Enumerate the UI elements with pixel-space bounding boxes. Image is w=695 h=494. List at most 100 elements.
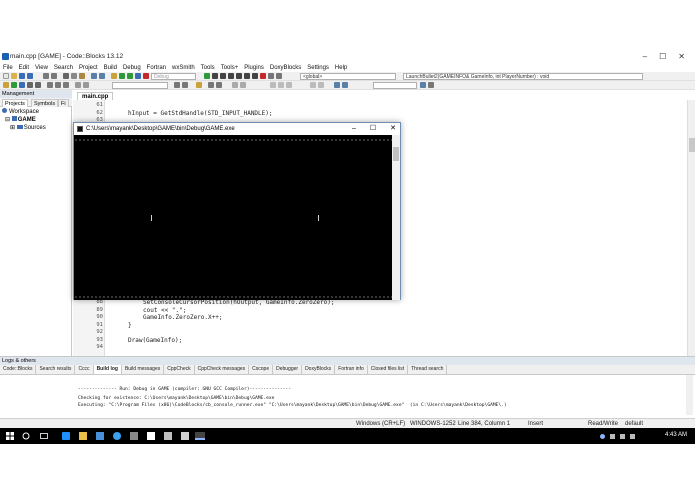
tree-project-game[interactable]: ⊟ GAME [5, 116, 36, 124]
tray-battery-icon[interactable] [620, 434, 625, 439]
app-icon-2[interactable] [147, 432, 155, 440]
code-line[interactable]: } [128, 322, 132, 329]
menu-tools-plus[interactable]: Tools+ [221, 64, 239, 72]
log-tab-thread-search[interactable]: Thread search [408, 365, 448, 374]
log-tab-build-log[interactable]: Build log [93, 365, 122, 374]
log-tab-doxyblocks[interactable]: DoxyBlocks [302, 365, 336, 374]
step-out-icon[interactable] [236, 73, 242, 79]
menu-project[interactable]: Project [79, 64, 98, 72]
save-all-icon[interactable] [27, 73, 33, 79]
debug-info-icon[interactable] [276, 73, 282, 79]
console-window[interactable]: C:\Users\mayank\Desktop\GAME\bin\Debug\G… [73, 122, 401, 300]
maximize-button[interactable]: ☐ [659, 52, 666, 61]
code-line[interactable]: GameInfo.ZeroZero.X++; [143, 314, 222, 321]
store-icon[interactable] [96, 432, 104, 440]
paste-icon[interactable] [79, 73, 85, 79]
console-scroll-thumb[interactable] [393, 147, 399, 161]
expand-icon[interactable]: ⊟ [5, 117, 10, 123]
bookmark-icon[interactable] [3, 82, 9, 88]
open-file-icon[interactable] [11, 73, 17, 79]
minimize-button[interactable]: – [643, 52, 647, 61]
thread-search-options-icon[interactable] [428, 82, 434, 88]
menu-debug[interactable]: Debug [123, 64, 141, 72]
console-close-button[interactable]: ✕ [390, 123, 396, 135]
menu-fortran[interactable]: Fortran [147, 64, 166, 72]
code-line[interactable]: Draw(GameInfo); [128, 337, 182, 344]
redo-icon[interactable] [51, 73, 57, 79]
build-and-run-icon[interactable] [127, 73, 133, 79]
copy-icon[interactable] [71, 73, 77, 79]
menu-edit[interactable]: Edit [19, 64, 29, 72]
new-file-icon[interactable] [3, 73, 9, 79]
thread-search-icon[interactable] [334, 82, 340, 88]
abort-icon[interactable] [143, 73, 149, 79]
chrome-icon[interactable] [113, 432, 121, 440]
menu-settings[interactable]: Settings [307, 64, 329, 72]
code-line[interactable]: SetConsoleCursorPosition(hOutput, GameIn… [143, 299, 334, 306]
run-to-cursor-icon[interactable] [212, 73, 218, 79]
debug-start-icon[interactable] [204, 73, 210, 79]
format-icon[interactable] [232, 82, 238, 88]
highlight-icon[interactable] [83, 82, 89, 88]
undo-icon[interactable] [43, 73, 49, 79]
task-view-icon[interactable] [40, 432, 48, 440]
replace-icon[interactable] [99, 73, 105, 79]
search-icon[interactable] [22, 432, 30, 440]
build-icon[interactable] [111, 73, 117, 79]
log-tab-cppcheck-messages[interactable]: CppCheck messages [195, 365, 250, 374]
menu-view[interactable]: View [35, 64, 48, 72]
run-icon[interactable] [119, 73, 125, 79]
file-explorer-icon[interactable] [79, 432, 87, 440]
search-next-icon[interactable] [182, 82, 188, 88]
jump-forward-icon[interactable] [11, 82, 17, 88]
code-line[interactable]: cout << "."; [143, 307, 186, 314]
stop-debugger-icon[interactable] [260, 73, 266, 79]
close-button[interactable]: ✕ [678, 52, 685, 61]
uncomment-icon[interactable] [35, 82, 41, 88]
log-tab-search-results[interactable]: Search results [36, 365, 76, 374]
rebuild-icon[interactable] [135, 73, 141, 79]
tab-files[interactable]: Fi [58, 99, 69, 107]
prev-bookmark-icon[interactable] [47, 82, 53, 88]
menu-plugins[interactable]: Plugins [244, 64, 264, 72]
editor-scrollbar[interactable] [687, 100, 695, 356]
console-taskbar-icon[interactable] [195, 432, 205, 440]
find-icon[interactable] [91, 73, 97, 79]
cut-icon[interactable] [63, 73, 69, 79]
menu-build[interactable]: Build [104, 64, 117, 72]
thread-search-go-icon[interactable] [420, 82, 426, 88]
menu-wxsmith[interactable]: wxSmith [172, 64, 195, 72]
log-tab-cppcheck[interactable]: CppCheck [164, 365, 195, 374]
log-tab-cccc[interactable]: Cccc [75, 365, 94, 374]
zoom-in-icon[interactable] [318, 82, 324, 88]
cscope-icon[interactable] [342, 82, 348, 88]
jump-back-icon[interactable] [19, 82, 25, 88]
app-icon-1[interactable] [130, 432, 138, 440]
function-select[interactable]: LaunchBullet2(GAMEINFO& GameInfo, int Pl… [403, 73, 643, 80]
next-instruction-icon[interactable] [244, 73, 250, 79]
tray-volume-icon[interactable] [610, 434, 615, 439]
logs-scrollbar[interactable] [686, 375, 693, 415]
menu-search[interactable]: Search [54, 64, 73, 72]
log-tab-code-blocks[interactable]: Code::Blocks [0, 365, 37, 374]
toggle-bookmark-icon[interactable] [63, 82, 69, 88]
log-tab-fortran-info[interactable]: Fortran info [335, 365, 368, 374]
menu-file[interactable]: File [3, 64, 13, 72]
fold-icon[interactable] [270, 82, 276, 88]
comment-icon[interactable] [27, 82, 33, 88]
search-prev-icon[interactable] [174, 82, 180, 88]
tab-symbols[interactable]: Symbols [31, 99, 59, 107]
tray-network-icon[interactable] [600, 434, 605, 439]
log-tab-closed-files-list[interactable]: Closed files list [368, 365, 409, 374]
scope-select[interactable]: <global> [300, 73, 396, 80]
console-minimize-button[interactable]: – [352, 123, 356, 135]
indent-icon[interactable] [240, 82, 246, 88]
case-sensitive-icon[interactable] [208, 82, 214, 88]
whole-word-icon[interactable] [216, 82, 222, 88]
debug-windows-icon[interactable] [268, 73, 274, 79]
editor-scroll-thumb[interactable] [689, 138, 695, 152]
menu-tools[interactable]: Tools [201, 64, 215, 72]
code-line[interactable]: hInput = GetStdHandle(STD_INPUT_HANDLE); [128, 110, 273, 117]
unfold-icon[interactable] [278, 82, 284, 88]
match-brace-icon[interactable] [75, 82, 81, 88]
